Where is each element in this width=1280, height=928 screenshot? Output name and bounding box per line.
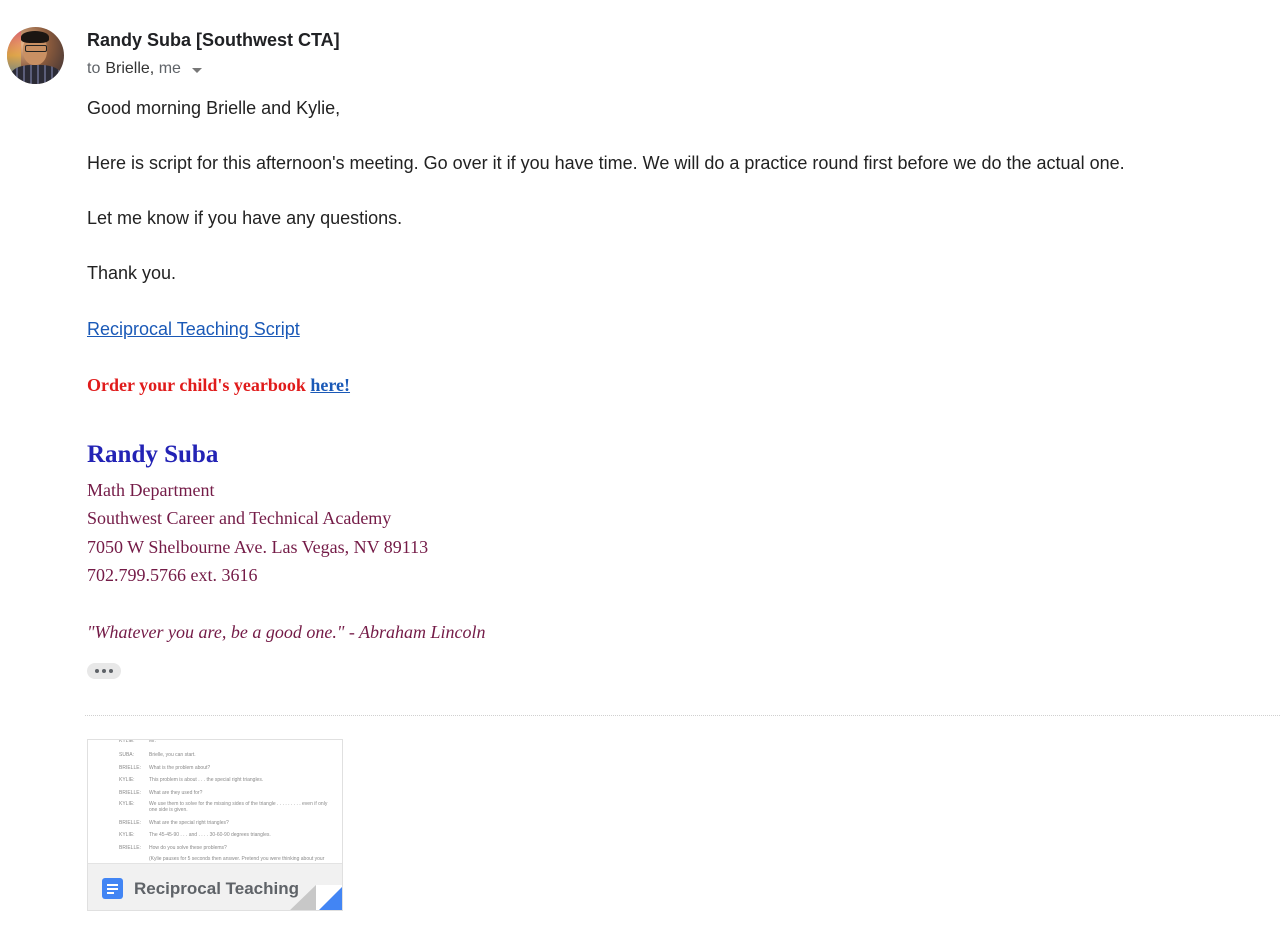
preview-text: What is the problem about?	[149, 765, 211, 771]
reciprocal-teaching-script-link[interactable]: Reciprocal Teaching Script	[87, 319, 300, 339]
to-prefix: to	[87, 60, 101, 77]
signature-school: Southwest Career and Technical Academy	[87, 508, 392, 528]
yearbook-text: Order your child's yearbook	[87, 375, 311, 395]
sender-avatar[interactable]	[7, 27, 64, 84]
attachment-preview: KYLIE: Mr. SUBA: Brielle, you can start. BRI…	[88, 740, 342, 864]
dot-icon	[95, 669, 99, 673]
preview-speaker: KYLIE:	[119, 801, 135, 807]
preview-text: The 45-45-90 . . . and . . . . 30-60-90 …	[149, 832, 271, 838]
dot-icon	[102, 669, 106, 673]
attachment-card[interactable]: KYLIE: Mr. SUBA: Brielle, you can start. BRI…	[87, 739, 343, 911]
attachment-footer: Reciprocal Teaching	[88, 863, 342, 910]
dot-icon	[109, 669, 113, 673]
preview-text: What are they used for?	[149, 790, 203, 796]
email-body-line-1: Here is script for this afternoon's meet…	[87, 153, 1125, 173]
email-body-line-3: Thank you.	[87, 263, 177, 283]
avatar-shirt	[11, 65, 61, 84]
preview-speaker: KYLIE:	[119, 777, 135, 783]
signature-name: Randy Suba	[87, 441, 219, 468]
sender-name[interactable]: Randy Suba [Southwest CTA]	[87, 30, 340, 51]
preview-text: This problem is about . . . the special …	[149, 777, 264, 783]
attachments-divider	[85, 715, 1280, 716]
preview-text: Brielle, you can start.	[149, 752, 196, 758]
preview-text: (Kylie pauses for 5 seconds then answer.…	[149, 856, 325, 862]
preview-text: Mr.	[149, 740, 156, 744]
signature-department: Math Department	[87, 480, 215, 500]
avatar-glasses	[25, 45, 47, 52]
attachment-title: Reciprocal Teaching	[134, 879, 300, 898]
preview-text: How do you solve these problems?	[149, 845, 227, 851]
preview-speaker: BRIELLE:	[119, 845, 141, 851]
recipient-me: me	[158, 60, 181, 77]
avatar-hair	[21, 31, 49, 43]
yearbook-notice: Order your child's yearbook here!	[87, 375, 350, 396]
preview-text: What are the special right triangles?	[149, 820, 229, 826]
preview-speaker: SUBA:	[119, 752, 135, 758]
preview-speaker: BRIELLE:	[119, 820, 141, 826]
google-docs-icon	[102, 878, 123, 899]
preview-speaker: KYLIE:	[119, 740, 135, 744]
yearbook-link[interactable]: here!	[310, 375, 350, 395]
recipients-line: to Brielle, me	[87, 60, 202, 78]
preview-speaker: BRIELLE:	[119, 790, 141, 796]
show-details-chevron-down-icon[interactable]	[191, 67, 202, 73]
recipient-brielle: Brielle,	[105, 60, 155, 77]
script-link-row: Reciprocal Teaching Script	[87, 319, 300, 340]
email-greeting: Good morning Brielle and Kylie,	[87, 98, 341, 118]
recipient-names: Brielle, me	[105, 60, 181, 78]
signature-phone: 702.799.5766 ext. 3616	[87, 565, 258, 585]
preview-speaker: BRIELLE:	[119, 765, 141, 771]
preview-text: one side is given.	[149, 807, 188, 813]
preview-speaker: KYLIE:	[119, 832, 135, 838]
signature-address: 7050 W Shelbourne Ave. Las Vegas, NV 891…	[87, 537, 429, 557]
signature-quote: "Whatever you are, be a good one." - Abr…	[87, 622, 486, 642]
show-trimmed-content-button[interactable]	[87, 663, 121, 679]
attachment-corner-fold-icon	[290, 885, 342, 910]
email-body-line-2: Let me know if you have any questions.	[87, 208, 403, 228]
